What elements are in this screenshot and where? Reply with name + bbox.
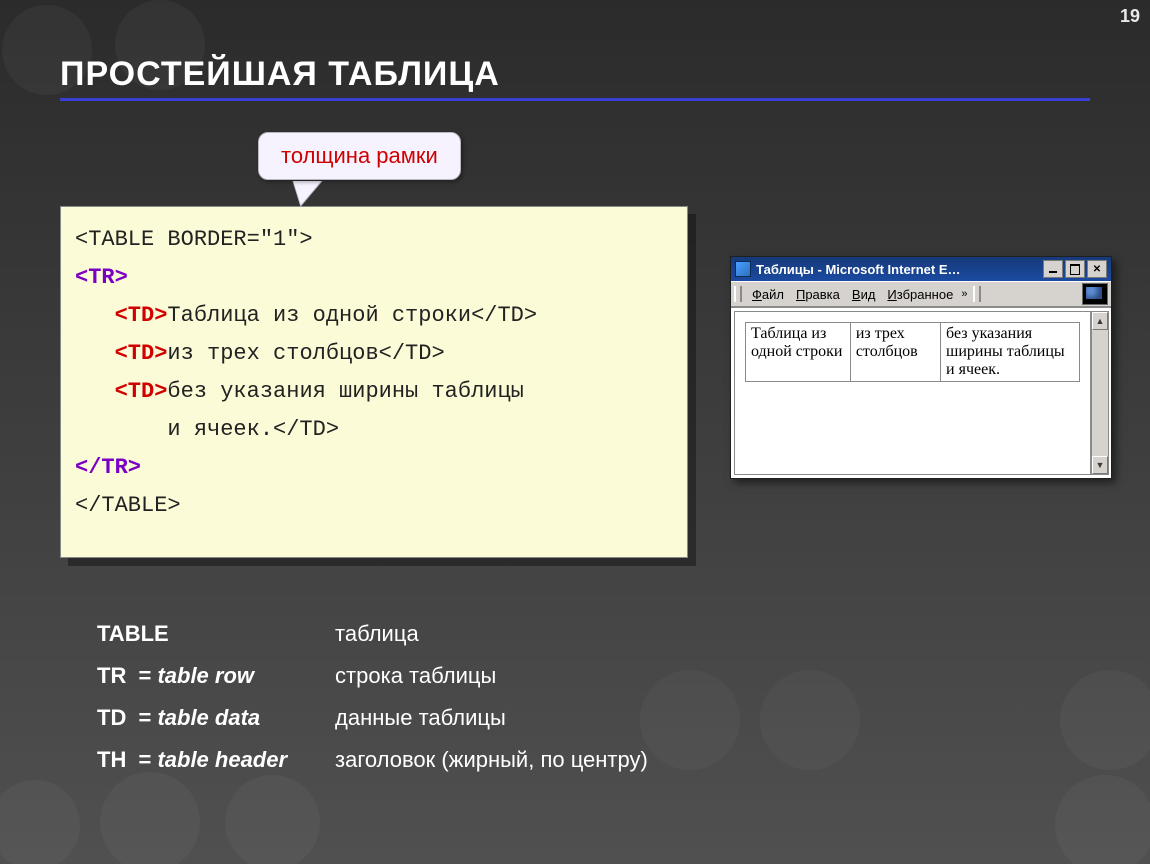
code-text: и ячеек.</TD> [75,417,339,442]
definition-row: TH = table header заголовок (жирный, по … [97,740,648,780]
definition-term: TR [97,663,138,688]
scroll-down-button[interactable]: ▼ [1092,456,1108,474]
code-text: <TR> [75,265,128,290]
maximize-button[interactable] [1065,260,1085,278]
definition-expansion: table header [157,747,287,772]
slide: 19 ПРОСТЕЙШАЯ ТАБЛИЦА толщина рамки <TAB… [0,0,1150,864]
definition-desc: данные таблицы [335,698,648,738]
ie-throbber-icon [1082,283,1108,305]
definition-desc: заголовок (жирный, по центру) [335,740,648,780]
callout-label: толщина рамки [258,132,461,180]
browser-body: Таблица из одной строки из трех столбцов… [731,307,1111,478]
code-text: <TD> [115,341,168,366]
browser-window: Таблицы - Microsoft Internet E… ✕ Файл П… [730,256,1112,479]
toolbar-grip [734,286,742,302]
menu-overflow[interactable]: » [961,288,967,300]
page-number: 19 [1120,6,1140,27]
code-text: </TR> [75,455,141,480]
definitions: TABLE таблица TR = table row строка табл… [95,612,650,782]
table-cell: из трех столбцов [850,323,940,382]
menu-edit[interactable]: Правка [790,287,846,302]
table-cell: Таблица из одной строки [746,323,851,382]
code-text: <TD> [115,303,168,328]
code-text: из трех столбцов</TD> [167,341,444,366]
window-titlebar: Таблицы - Microsoft Internet E… ✕ [731,257,1111,281]
definition-row: TD = table data данные таблицы [97,698,648,738]
code-block: <TABLE BORDER="1"> <TR> <TD>Таблица из о… [60,206,688,558]
table-cell: без указания ширины таблицы и ячеек. [941,323,1080,382]
code-text: Таблица из одной строки</TD> [167,303,537,328]
menu-bar: Файл Правка Вид Избранное » [731,281,1111,307]
definition-desc: таблица [335,614,648,654]
toolbar-grip [973,286,981,302]
window-title: Таблицы - Microsoft Internet E… [756,262,1043,277]
definition-desc: строка таблицы [335,656,648,696]
scroll-up-button[interactable]: ▲ [1092,312,1108,330]
menu-file[interactable]: Файл [746,287,790,302]
menu-view[interactable]: Вид [846,287,882,302]
slide-title: ПРОСТЕЙШАЯ ТАБЛИЦА [60,55,500,94]
code-text [75,379,115,404]
definition-term: TD [97,705,138,730]
menu-favorites[interactable]: Избранное [881,287,959,302]
ie-icon [735,261,751,277]
close-button[interactable]: ✕ [1087,260,1107,278]
code-text [75,341,115,366]
title-rule [60,98,1090,101]
vertical-scrollbar[interactable]: ▲ ▼ [1091,311,1109,475]
rendered-table: Таблица из одной строки из трех столбцов… [745,322,1080,382]
viewport: Таблица из одной строки из трех столбцов… [734,311,1091,475]
code-text: <TD> [115,379,168,404]
definition-expansion: table row [157,663,254,688]
definition-row: TABLE таблица [97,614,648,654]
code-text [75,303,115,328]
definition-row: TR = table row строка таблицы [97,656,648,696]
definition-expansion: table data [157,705,260,730]
code-text: без указания ширины таблицы [167,379,523,404]
minimize-button[interactable] [1043,260,1063,278]
definition-term: TABLE [97,621,175,646]
code-text: </TABLE> [75,493,181,518]
code-text: <TABLE BORDER="1"> [75,227,313,252]
definition-term: TH [97,747,138,772]
table-row: Таблица из одной строки из трех столбцов… [746,323,1080,382]
